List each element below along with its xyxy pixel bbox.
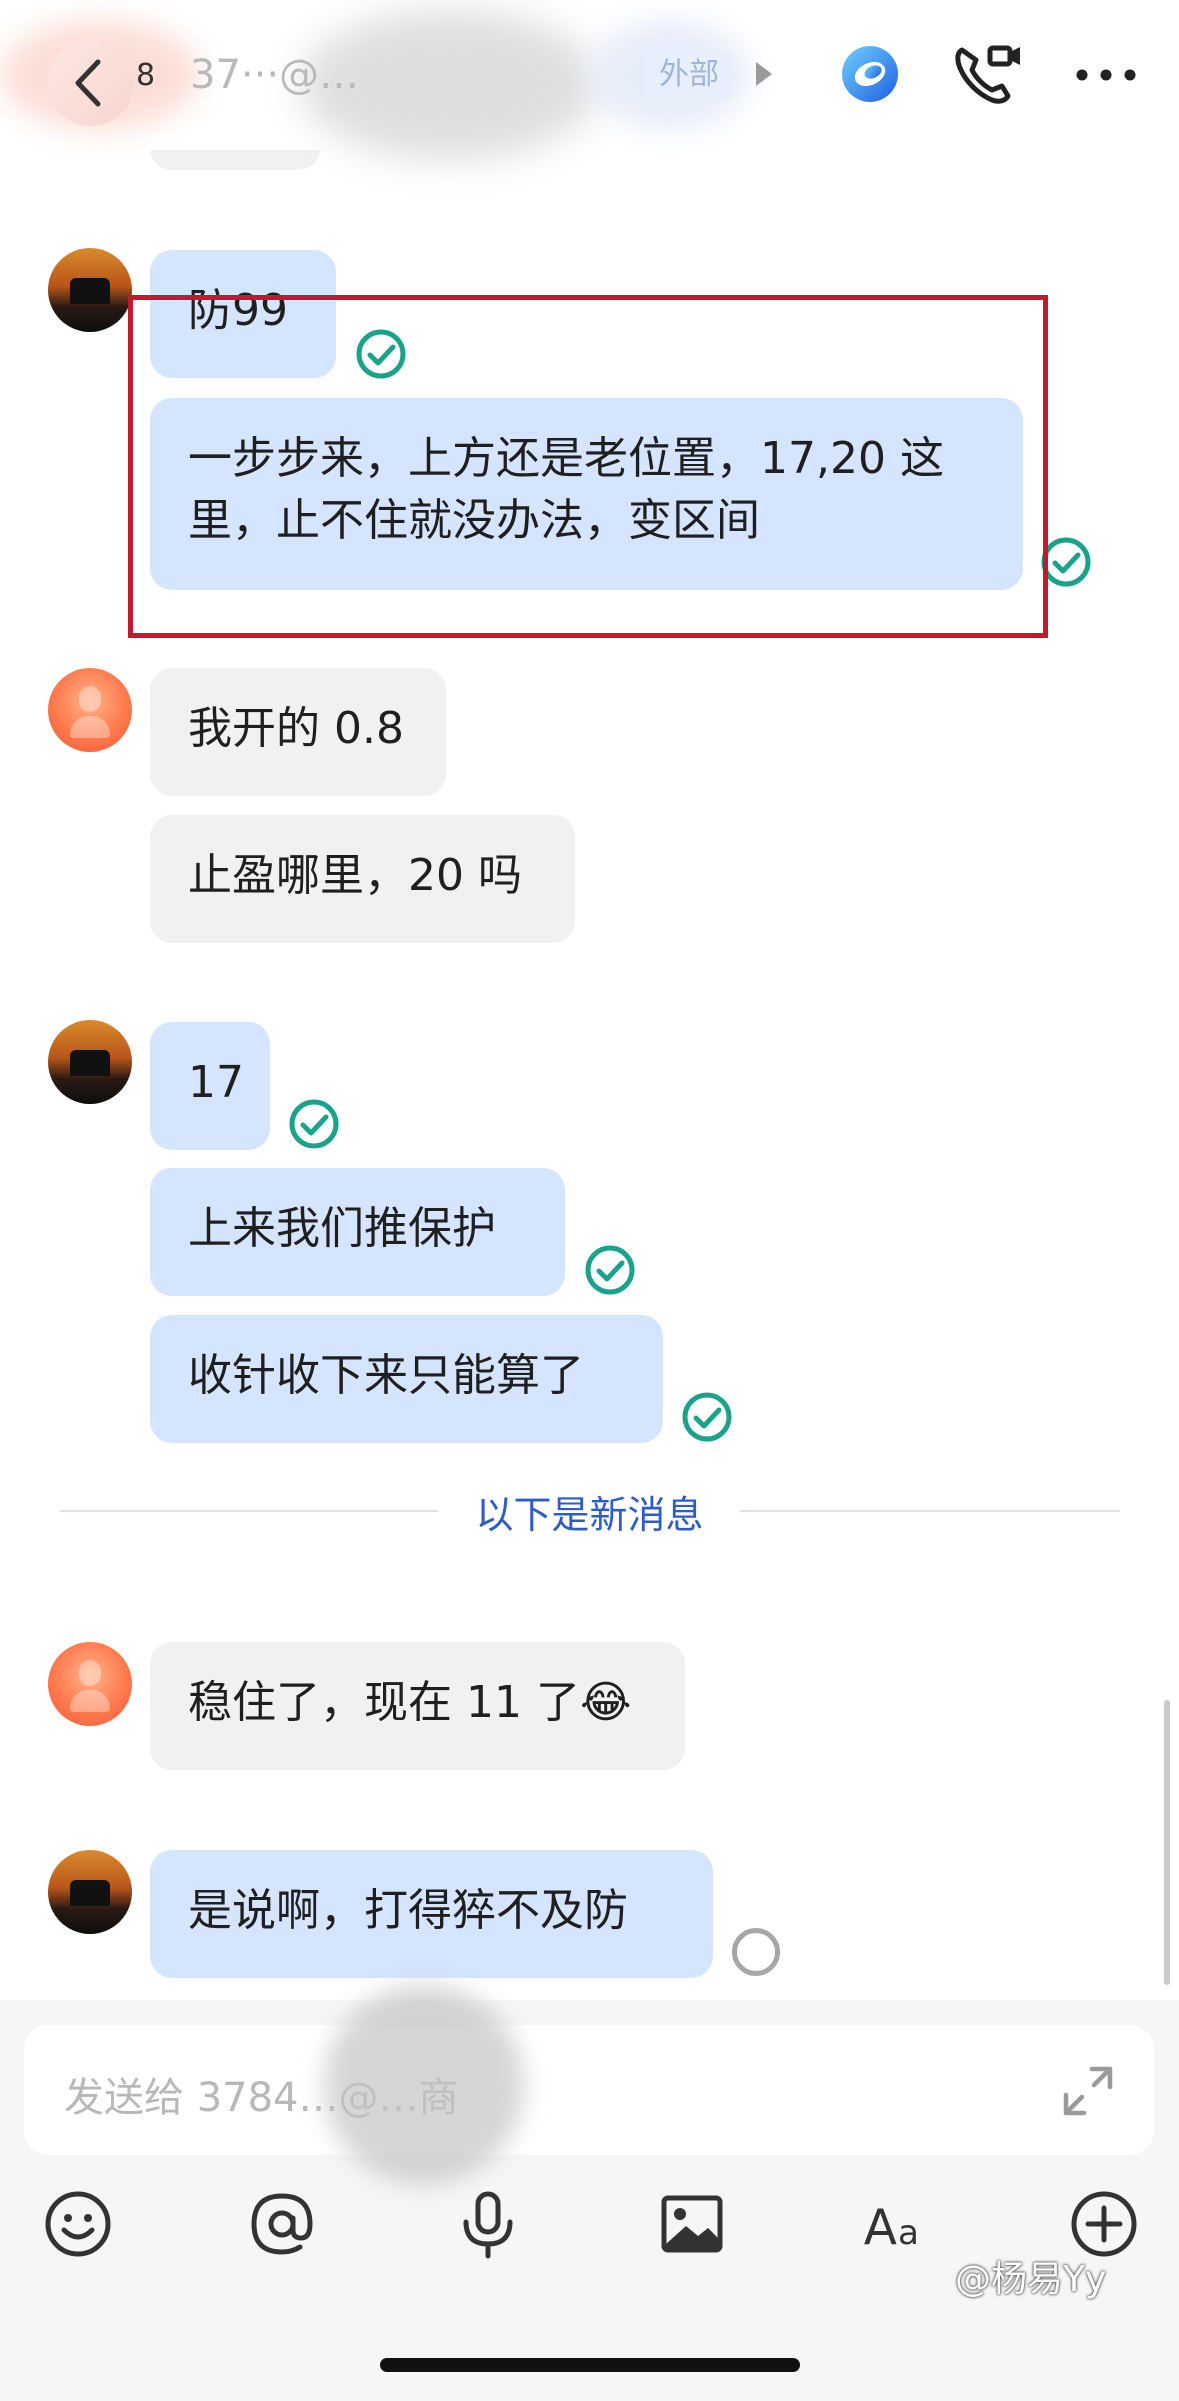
back-button[interactable] bbox=[48, 40, 134, 126]
message-bubble[interactable]: 17 bbox=[150, 1022, 270, 1150]
mention-icon[interactable] bbox=[246, 2188, 318, 2260]
redaction-smear bbox=[324, 1985, 524, 2185]
chat-info-caret-icon[interactable] bbox=[756, 62, 772, 86]
message-bubble[interactable]: 我开的 0.8 bbox=[150, 668, 446, 796]
watermark: @杨易Yy bbox=[955, 2259, 1107, 2300]
read-check-icon bbox=[585, 1245, 635, 1295]
unread-count: 8 bbox=[136, 58, 156, 93]
back-chevron-icon bbox=[75, 59, 101, 107]
read-check-icon bbox=[682, 1392, 732, 1442]
read-check-icon bbox=[289, 1099, 339, 1149]
more-icon[interactable] bbox=[1072, 60, 1140, 90]
chat-title[interactable]: 37···@… bbox=[190, 52, 630, 98]
emoji-icon[interactable] bbox=[42, 2188, 114, 2260]
image-icon[interactable] bbox=[656, 2188, 728, 2260]
svg-text:A: A bbox=[864, 2200, 897, 2256]
avatar-self[interactable] bbox=[48, 1850, 132, 1934]
microphone-icon[interactable] bbox=[452, 2188, 524, 2260]
home-indicator[interactable] bbox=[380, 2358, 800, 2372]
avatar-other[interactable] bbox=[48, 1642, 132, 1726]
chat-header: 8 37···@… 外部 bbox=[0, 0, 1179, 160]
new-messages-divider: 以下是新消息 bbox=[475, 1493, 704, 1537]
phone-video-icon[interactable] bbox=[950, 40, 1024, 110]
text-format-icon[interactable]: A a bbox=[862, 2188, 934, 2260]
message-bubble[interactable]: 止盈哪里，20 吗 bbox=[150, 815, 575, 943]
message-bubble[interactable]: 稳住了，现在 11 了😂 bbox=[150, 1642, 685, 1770]
message-bubble[interactable]: 是说啊，打得猝不及防 bbox=[150, 1850, 713, 1978]
avatar-self[interactable] bbox=[48, 1020, 132, 1104]
scrollbar[interactable] bbox=[1164, 1700, 1170, 1985]
avatar-other[interactable] bbox=[48, 668, 132, 752]
expand-icon[interactable] bbox=[1058, 2061, 1118, 2121]
avatar-self[interactable] bbox=[48, 248, 132, 332]
svg-text:a: a bbox=[898, 2213, 919, 2253]
external-tag: 外部 bbox=[645, 52, 733, 98]
ai-assistant-icon[interactable] bbox=[836, 40, 904, 108]
message-input[interactable]: 发送给 3784…@…商 bbox=[24, 1985, 1154, 2185]
message-bubble[interactable]: 上来我们推保护 bbox=[150, 1168, 565, 1296]
highlight-annotation-box bbox=[128, 295, 1048, 638]
unread-circle-icon bbox=[732, 1928, 780, 1976]
message-bubble[interactable]: 收针收下来只能算了 bbox=[150, 1315, 663, 1443]
